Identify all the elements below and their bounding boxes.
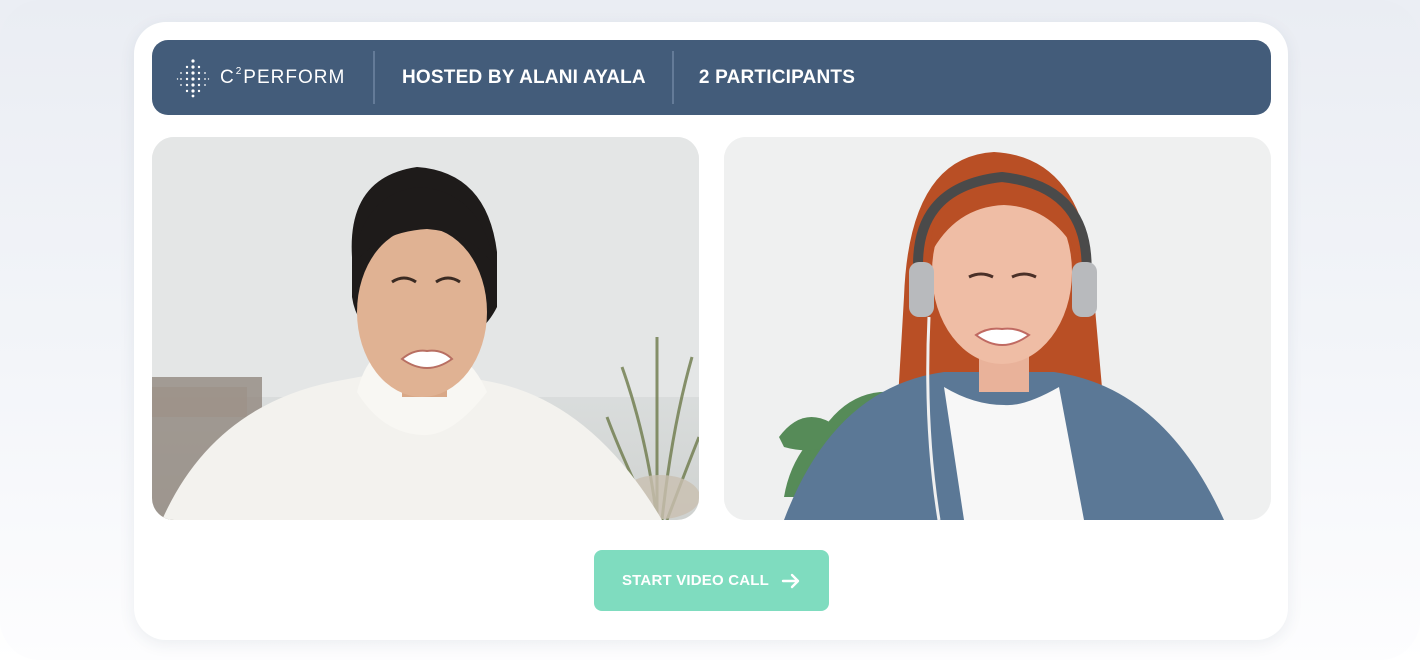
video-tile-participant-2 [724, 137, 1271, 520]
page-background: C 2 PERFORM HOSTED BY ALANI AYALA 2 PARTIC… [0, 0, 1420, 660]
brand-superscript: 2 [235, 65, 243, 77]
participant-count: 2 PARTICIPANTS [698, 66, 856, 88]
participant-2-video [724, 137, 1271, 520]
call-lobby-card: C 2 PERFORM HOSTED BY ALANI AYALA 2 PARTIC… [134, 22, 1288, 640]
start-video-call-button[interactable]: START VIDEO CALL [594, 550, 829, 611]
start-video-call-label: START VIDEO CALL [621, 572, 770, 589]
top-bar: C 2 PERFORM HOSTED BY ALANI AYALA 2 PARTIC… [152, 40, 1271, 115]
brand-prefix: C [220, 66, 235, 88]
participant-1-video [152, 137, 699, 520]
header-divider [373, 51, 375, 104]
brand-logo: C 2 PERFORM [152, 58, 373, 98]
brand-suffix: PERFORM [243, 66, 346, 88]
dotted-logo-icon [176, 58, 210, 97]
arrow-right-icon [781, 573, 800, 588]
header-divider [671, 51, 674, 104]
host-label: HOSTED BY ALANI AYALA [402, 66, 646, 88]
brand-name: C 2 PERFORM [220, 65, 346, 89]
video-tile-participant-1 [152, 137, 699, 520]
